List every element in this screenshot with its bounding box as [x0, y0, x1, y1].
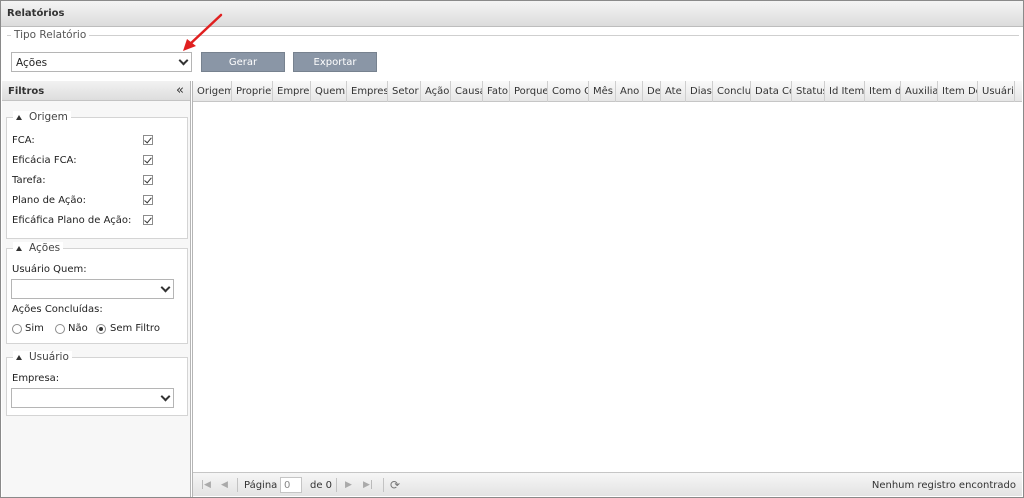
title-bar: Relatórios — [1, 1, 1023, 27]
grid-column-header[interactable]: Causa — [451, 81, 483, 102]
usuario-quem-label: Usuário Quem: — [12, 264, 87, 275]
grid-column-header[interactable]: Item De — [938, 81, 978, 102]
refresh-icon[interactable]: ⟳ — [390, 478, 400, 492]
filters-panel: Filtros « Origem FCA: Eficácia FCA: Tare… — [2, 81, 191, 497]
grid-column-header[interactable]: Concluíc — [713, 81, 751, 102]
grid-column-header[interactable]: Id Item c — [825, 81, 865, 102]
grid-column-header[interactable]: Setor — [388, 81, 421, 102]
report-type-dropdown-trigger[interactable] — [175, 53, 191, 71]
origem-legend[interactable]: Origem — [13, 111, 71, 123]
grid-column-header[interactable]: Fato — [483, 81, 510, 102]
next-page-icon[interactable]: ▶ — [345, 480, 352, 490]
origem-group: Origem FCA: Eficácia FCA: Tarefa: Plano … — [6, 111, 188, 239]
collapse-triangle-icon — [16, 114, 22, 120]
grid-column-header[interactable]: Mês — [589, 81, 616, 102]
radio-sim-label: Sim — [25, 323, 44, 334]
grid-column-header[interactable]: Ano — [616, 81, 643, 102]
grid-column-header[interactable]: Porque — [510, 81, 548, 102]
report-type-legend: Tipo Relatório — [11, 29, 90, 41]
red-arrow-annotation-icon — [183, 13, 223, 51]
grid-column-header[interactable]: Empresa — [347, 81, 388, 102]
filters-title: Filtros — [8, 86, 45, 97]
radio-sem-filtro[interactable] — [96, 324, 106, 334]
collapse-panel-icon[interactable]: « — [176, 83, 184, 98]
empresa-dropdown-trigger[interactable] — [157, 389, 173, 407]
filters-header: Filtros « — [2, 81, 190, 101]
grid-body — [193, 102, 1022, 472]
usuario-legend[interactable]: Usuário — [13, 351, 72, 363]
grid-column-header[interactable]: Quem — [311, 81, 347, 102]
grid-column-header[interactable]: Status — [792, 81, 825, 102]
acoes-legend[interactable]: Ações — [13, 242, 64, 254]
grid-column-header[interactable]: Ate — [661, 81, 686, 102]
page-number-input[interactable]: 0 — [280, 477, 302, 493]
page-count-label: de 0 — [310, 480, 333, 491]
page-label: Página — [244, 480, 278, 491]
generate-button[interactable]: Gerar — [201, 52, 285, 72]
empresa-label: Empresa: — [12, 373, 60, 384]
origem-checkbox-eficacia-fca[interactable] — [143, 155, 153, 165]
report-type-value: Ações — [16, 57, 48, 69]
usuario-quem-dropdown-trigger[interactable] — [157, 280, 173, 298]
grid-column-header[interactable]: Dias — [686, 81, 713, 102]
radio-nao[interactable] — [55, 324, 65, 334]
acoes-concluidas-label: Ações Concluídas: — [12, 304, 103, 315]
grid-column-header[interactable]: Como O — [548, 81, 589, 102]
origem-checkbox-tarefa[interactable] — [143, 175, 153, 185]
radio-sem-filtro-label: Sem Filtro — [110, 323, 160, 334]
radio-nao-label: Não — [68, 323, 88, 334]
reports-window: Relatórios Tipo Relatório Ações Gerar Ex… — [0, 0, 1024, 498]
origem-checkbox-plano-acao[interactable] — [143, 195, 153, 205]
chevron-down-icon — [160, 391, 170, 401]
pager-separator — [383, 478, 384, 492]
window-title: Relatórios — [7, 8, 65, 19]
export-button[interactable]: Exportar — [293, 52, 377, 72]
first-page-icon[interactable]: |◀ — [201, 480, 211, 490]
grid-column-header[interactable]: Propriet — [232, 81, 273, 102]
prev-page-icon[interactable]: ◀ — [221, 480, 228, 490]
grid-column-header[interactable]: Ação — [421, 81, 451, 102]
grid-pager: |◀ ◀ Página 0 de 0 ▶ ▶| ⟳ Nenhum registr… — [193, 472, 1022, 496]
origem-label-tarefa: Tarefa: — [12, 175, 46, 186]
origem-label-plano-acao: Plano de Ação: — [12, 195, 87, 206]
grid-column-header[interactable]: Data Co — [751, 81, 792, 102]
grid-column-header[interactable]: Item de — [865, 81, 901, 102]
pager-separator — [237, 478, 238, 492]
origem-checkbox-fca[interactable] — [143, 135, 153, 145]
grid-column-header[interactable]: Usuário — [978, 81, 1015, 102]
report-type-select[interactable]: Ações — [11, 52, 192, 72]
collapse-triangle-icon — [16, 245, 22, 251]
grid-column-header[interactable]: Auxiliar — [901, 81, 938, 102]
grid-header: OrigemProprietEmpresaQuemEmpresaSetorAçã… — [193, 81, 1022, 102]
collapse-triangle-icon — [16, 354, 22, 360]
grid-column-header[interactable]: Empresa — [273, 81, 311, 102]
chevron-down-icon — [160, 282, 170, 292]
origem-label-fca: FCA: — [12, 135, 35, 146]
origem-label-eficacia-plano: Eficáfica Plano de Ação: — [12, 215, 132, 226]
empresa-select[interactable] — [11, 388, 174, 408]
pager-status: Nenhum registro encontrado — [871, 480, 1016, 491]
grid-column-header[interactable]: De — [643, 81, 661, 102]
usuario-group: Usuário Empresa: — [6, 351, 188, 416]
pager-separator — [336, 478, 337, 492]
grid-column-header[interactable]: Origem — [193, 81, 232, 102]
acoes-group: Ações Usuário Quem: Ações Concluídas: Si… — [6, 242, 188, 344]
report-grid: OrigemProprietEmpresaQuemEmpresaSetorAçã… — [192, 81, 1022, 497]
origem-checkbox-eficacia-plano[interactable] — [143, 215, 153, 225]
usuario-quem-select[interactable] — [11, 279, 174, 299]
last-page-icon[interactable]: ▶| — [363, 480, 373, 490]
origem-label-eficacia-fca: Eficácia FCA: — [12, 155, 77, 166]
radio-sim[interactable] — [12, 324, 22, 334]
chevron-down-icon — [178, 55, 188, 65]
